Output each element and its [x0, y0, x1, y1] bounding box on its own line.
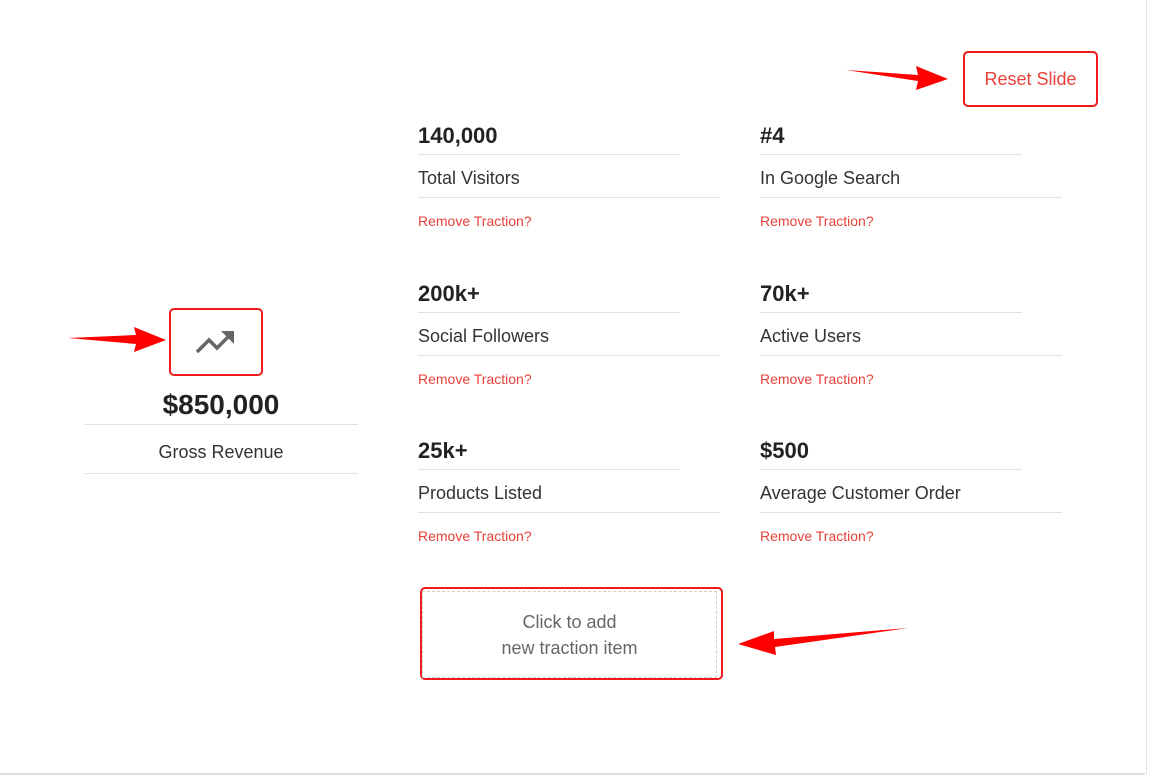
divider — [84, 424, 358, 425]
trending-up-icon-button[interactable] — [169, 308, 263, 376]
traction-item: #4 In Google Search Remove Traction? — [760, 122, 1062, 242]
divider — [760, 512, 1062, 513]
traction-value[interactable]: $500 — [760, 437, 809, 465]
divider — [418, 154, 680, 155]
divider — [760, 469, 1022, 470]
add-traction-item-button[interactable]: Click to add new traction item — [420, 587, 723, 680]
remove-traction-link[interactable]: Remove Traction? — [418, 370, 532, 388]
divider — [418, 355, 720, 356]
traction-label[interactable]: In Google Search — [760, 167, 900, 189]
divider — [418, 197, 720, 198]
traction-item: $500 Average Customer Order Remove Tract… — [760, 437, 1062, 557]
featured-value: $850,000 — [162, 389, 280, 420]
annotation-arrow-icon — [738, 628, 908, 655]
annotation-arrow-icon — [846, 66, 948, 90]
annotation-arrow-icon — [68, 327, 166, 352]
remove-traction-link[interactable]: Remove Traction? — [760, 527, 874, 545]
add-traction-line1: Click to add — [522, 611, 617, 632]
remove-traction-link[interactable]: Remove Traction? — [418, 212, 532, 230]
divider — [84, 473, 358, 474]
traction-slide: Reset Slide $850,000 Gross Revenue 140,0… — [0, 0, 1151, 778]
traction-value[interactable]: 70k+ — [760, 280, 810, 308]
traction-label[interactable]: Active Users — [760, 325, 861, 347]
divider — [418, 312, 680, 313]
traction-value[interactable]: #4 — [760, 122, 784, 150]
slide-edge — [0, 773, 1145, 775]
divider — [418, 469, 680, 470]
traction-label[interactable]: Social Followers — [418, 325, 549, 347]
traction-item: 200k+ Social Followers Remove Traction? — [418, 280, 720, 400]
reset-slide-button[interactable]: Reset Slide — [963, 51, 1098, 107]
slide-edge — [1146, 0, 1147, 775]
traction-value[interactable]: 200k+ — [418, 280, 480, 308]
add-traction-line2: new traction item — [501, 637, 638, 658]
divider — [418, 512, 720, 513]
traction-label[interactable]: Products Listed — [418, 482, 542, 504]
divider — [760, 197, 1062, 198]
traction-item: 25k+ Products Listed Remove Traction? — [418, 437, 720, 557]
remove-traction-link[interactable]: Remove Traction? — [760, 212, 874, 230]
remove-traction-link[interactable]: Remove Traction? — [418, 527, 532, 545]
divider — [760, 312, 1022, 313]
traction-item: 140,000 Total Visitors Remove Traction? — [418, 122, 720, 242]
traction-item: 70k+ Active Users Remove Traction? — [760, 280, 1062, 400]
divider — [760, 154, 1022, 155]
reset-slide-label: Reset Slide — [984, 68, 1077, 89]
traction-label[interactable]: Total Visitors — [418, 167, 520, 189]
divider — [760, 355, 1062, 356]
traction-value[interactable]: 140,000 — [418, 122, 498, 150]
featured-label: Gross Revenue — [158, 442, 284, 462]
traction-label[interactable]: Average Customer Order — [760, 482, 961, 504]
traction-value[interactable]: 25k+ — [418, 437, 468, 465]
trending-up-icon — [195, 331, 234, 354]
add-traction-item-dropzone: Click to add new traction item — [422, 591, 717, 678]
remove-traction-link[interactable]: Remove Traction? — [760, 370, 874, 388]
